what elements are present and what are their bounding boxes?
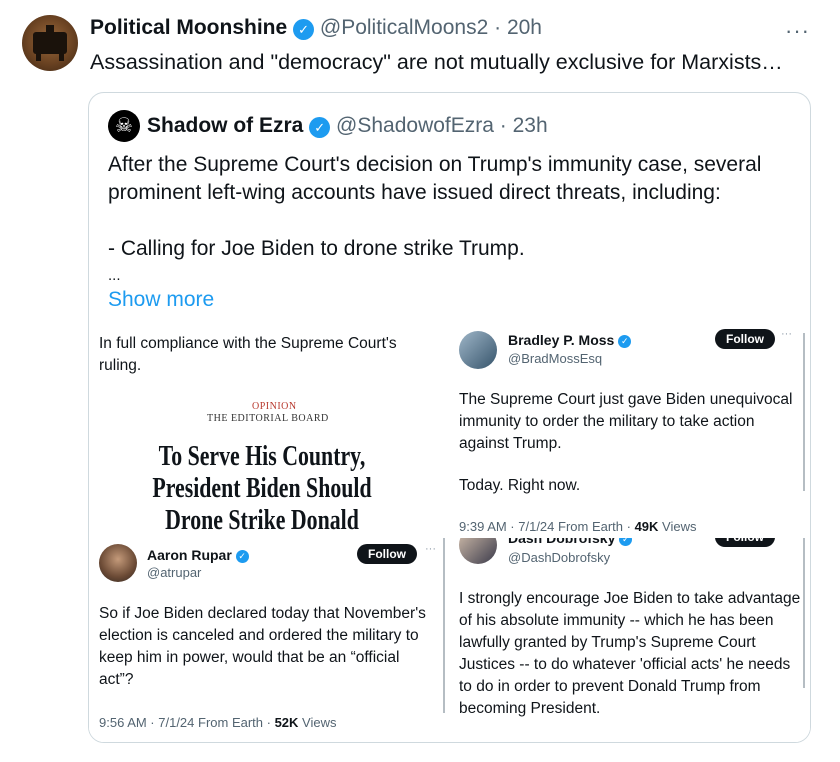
quoted-text-line: prominent left-wing accounts have issued… bbox=[108, 181, 721, 204]
moss-views-count: 49K bbox=[634, 519, 659, 534]
dash-name: Dash Dobrofsky bbox=[508, 538, 616, 546]
dash-text: I strongly encourage Joe Biden to take a… bbox=[459, 590, 801, 717]
media-image[interactable]: In full compliance with the Supreme Cour… bbox=[89, 323, 810, 742]
skull-icon: ☠ bbox=[115, 115, 133, 137]
scrollbar bbox=[443, 538, 445, 713]
show-more-link[interactable]: Show more bbox=[108, 288, 214, 312]
quoted-blank-line bbox=[108, 207, 798, 235]
nyt-caption: In full compliance with the Supreme Cour… bbox=[99, 335, 397, 374]
verified-icon: ✓ bbox=[235, 550, 249, 563]
nyt-screenshot: In full compliance with the Supreme Cour… bbox=[89, 323, 441, 538]
verified-icon: ✓ bbox=[618, 335, 632, 348]
author-avatar[interactable] bbox=[22, 15, 78, 71]
quoted-header: Shadow of Ezra ✓ @ShadowofEzra · 23h bbox=[147, 114, 548, 138]
nyt-board-label: THE EDITORIAL BOARD bbox=[207, 413, 329, 424]
rupar-name-row: Aaron Rupar ✓ bbox=[147, 547, 249, 563]
rupar-handle: @atrupar bbox=[147, 565, 202, 580]
post-time[interactable]: 20h bbox=[507, 16, 542, 39]
moss-text-2: Today. Right now. bbox=[459, 477, 581, 494]
moss-meta: 9:39 AM · 7/1/24 From Earth · 49K Views bbox=[459, 519, 697, 534]
avatar bbox=[459, 331, 497, 369]
rupar-text: So if Joe Biden declared today that Nove… bbox=[99, 605, 426, 688]
dash-handle: @DashDobrofsky bbox=[508, 550, 611, 565]
rupar-tweet-screenshot: Aaron Rupar ✓ @atrupar Follow ··· So if … bbox=[89, 538, 441, 742]
more-options-icon[interactable]: ··· bbox=[785, 18, 810, 44]
separator-dot: · bbox=[499, 114, 513, 137]
dash-tweet-screenshot: Dash Dobrofsky ✓ @DashDobrofsky Follow I… bbox=[441, 538, 810, 742]
moss-time: 9:39 AM · 7/1/24 From Earth · bbox=[459, 519, 635, 534]
quoted-tweet[interactable]: ☠ Shadow of Ezra ✓ @ShadowofEzra · 23h A… bbox=[88, 92, 811, 743]
nyt-opinion-label: OPINION bbox=[252, 401, 297, 412]
quoted-text: After the Supreme Court's decision on Tr… bbox=[108, 151, 798, 289]
follow-button: Follow bbox=[715, 329, 775, 349]
avatar bbox=[459, 538, 497, 564]
avatar bbox=[99, 544, 137, 582]
quoted-time[interactable]: 23h bbox=[513, 114, 548, 137]
rupar-name: Aaron Rupar bbox=[147, 547, 232, 563]
verified-icon: ✓ bbox=[619, 538, 633, 546]
verified-icon: ✓ bbox=[309, 117, 331, 138]
more-icon: ··· bbox=[781, 328, 792, 340]
scrollbar bbox=[803, 538, 805, 688]
separator-dot: · bbox=[494, 16, 507, 39]
dash-name-row: Dash Dobrofsky ✓ bbox=[508, 538, 633, 546]
moss-views-label: Views bbox=[658, 519, 697, 534]
avatar-still-leg bbox=[59, 54, 64, 61]
moss-tweet-screenshot: Bradley P. Moss ✓ @BradMossEsq Follow ··… bbox=[451, 323, 810, 538]
scrollbar bbox=[803, 333, 805, 491]
moss-handle: @BradMossEsq bbox=[508, 351, 603, 366]
quoted-author-name[interactable]: Shadow of Ezra bbox=[147, 114, 303, 137]
quoted-text-line: After the Supreme Court's decision on Tr… bbox=[108, 153, 762, 176]
rupar-meta: 9:56 AM · 7/1/24 From Earth · 52K Views bbox=[99, 715, 337, 730]
quoted-ellipsis: ... bbox=[108, 267, 121, 284]
quoted-author-avatar[interactable]: ☠ bbox=[108, 110, 140, 142]
avatar-still-leg bbox=[36, 54, 41, 61]
follow-button: Follow bbox=[715, 538, 775, 547]
quoted-text-line: - Calling for Joe Biden to drone strike … bbox=[108, 237, 525, 260]
post-header: Political Moonshine ✓ @PoliticalMoons2 ·… bbox=[90, 16, 542, 40]
author-name[interactable]: Political Moonshine bbox=[90, 16, 287, 39]
follow-button: Follow bbox=[357, 544, 417, 564]
moss-text: The Supreme Court just gave Biden unequi… bbox=[459, 391, 793, 452]
rupar-views-label: Views bbox=[298, 715, 337, 730]
author-handle[interactable]: @PoliticalMoons2 bbox=[320, 16, 488, 39]
verified-icon: ✓ bbox=[293, 19, 315, 40]
post-text: Assassination and "democracy" are not mu… bbox=[90, 50, 783, 74]
rupar-views-count: 52K bbox=[274, 715, 299, 730]
moss-name: Bradley P. Moss bbox=[508, 332, 615, 348]
quoted-author-handle[interactable]: @ShadowofEzra bbox=[336, 114, 494, 137]
rupar-time: 9:56 AM · 7/1/24 From Earth · bbox=[99, 715, 275, 730]
more-icon: ··· bbox=[425, 543, 436, 555]
moss-name-row: Bradley P. Moss ✓ bbox=[508, 332, 632, 348]
nyt-headline: To Serve His Country, President Biden Sh… bbox=[152, 441, 372, 538]
avatar-still-body bbox=[33, 32, 67, 54]
